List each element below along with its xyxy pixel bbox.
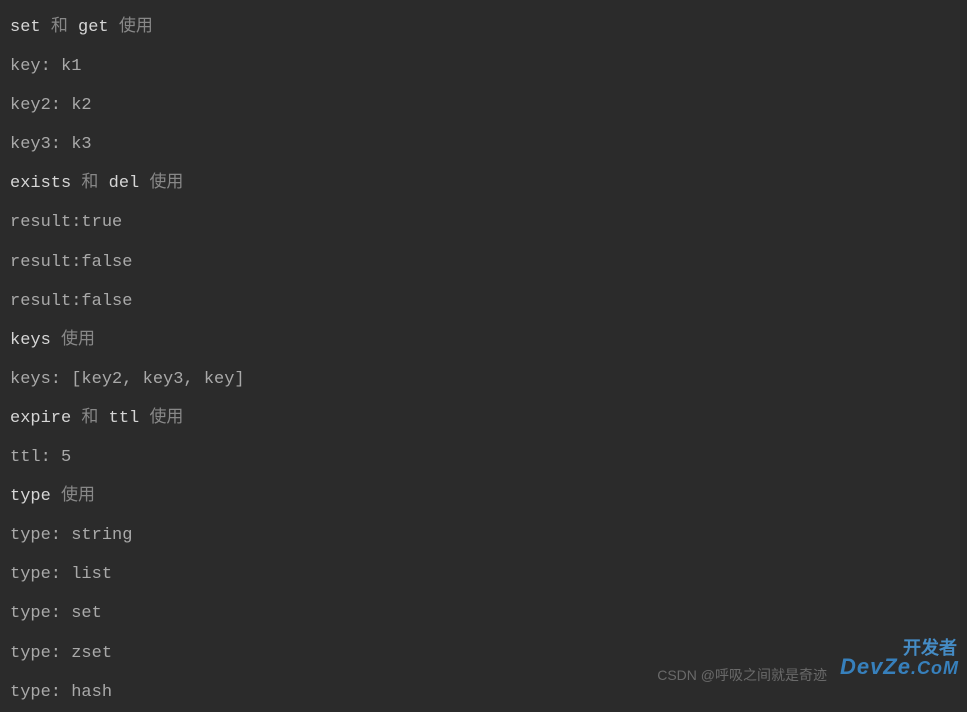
output-line: ttl: 5 bbox=[10, 438, 957, 477]
text-segment: result:false bbox=[10, 292, 132, 311]
text-segment: exists bbox=[10, 174, 71, 193]
text-segment: result:true bbox=[10, 213, 122, 232]
text-segment: 使用 bbox=[119, 18, 153, 37]
devze-watermark: DevZe.CoM bbox=[840, 642, 959, 693]
text-segment bbox=[139, 409, 149, 428]
terminal-output: set 和 get 使用 key: k1 key2: k2 key3: k3 exist… bbox=[10, 8, 957, 712]
output-line: keys 使用 bbox=[10, 321, 957, 360]
text-segment: type: list bbox=[10, 565, 112, 584]
text-segment bbox=[51, 487, 61, 506]
output-line: set 和 get 使用 bbox=[10, 8, 957, 47]
devze-main: DevZe bbox=[840, 654, 911, 679]
text-segment bbox=[68, 18, 78, 37]
text-segment bbox=[51, 331, 61, 350]
text-segment: type: set bbox=[10, 604, 102, 623]
text-segment bbox=[139, 174, 149, 193]
output-line: exists 和 del 使用 bbox=[10, 164, 957, 203]
output-line: type: list bbox=[10, 555, 957, 594]
text-segment: get bbox=[78, 18, 109, 37]
text-segment: key3: k3 bbox=[10, 135, 92, 154]
text-segment: 和 bbox=[51, 18, 68, 37]
output-line: type 使用 bbox=[10, 477, 957, 516]
output-line: result:true bbox=[10, 203, 957, 242]
text-segment: keys: [key2, key3, key] bbox=[10, 370, 245, 389]
text-segment: 使用 bbox=[149, 174, 183, 193]
text-segment bbox=[41, 18, 51, 37]
output-line: key3: k3 bbox=[10, 125, 957, 164]
devze-sub: .CoM bbox=[911, 658, 959, 678]
text-segment: 使用 bbox=[149, 409, 183, 428]
csdn-watermark: CSDN @呼吸之间就是奇迹 bbox=[657, 659, 827, 691]
text-segment: ttl: 5 bbox=[10, 448, 71, 467]
text-segment bbox=[109, 18, 119, 37]
output-line: result:false bbox=[10, 243, 957, 282]
text-segment bbox=[71, 409, 81, 428]
text-segment: type: string bbox=[10, 526, 132, 545]
text-segment: type bbox=[10, 487, 51, 506]
text-segment: 使用 bbox=[61, 331, 95, 350]
text-segment: key: k1 bbox=[10, 57, 81, 76]
text-segment: keys bbox=[10, 331, 51, 350]
text-segment: type: zset bbox=[10, 644, 112, 663]
output-line: type: string bbox=[10, 516, 957, 555]
output-line: result:false bbox=[10, 282, 957, 321]
output-line: key2: k2 bbox=[10, 86, 957, 125]
text-segment: set bbox=[10, 18, 41, 37]
text-segment: 和 bbox=[81, 174, 98, 193]
text-segment: result:false bbox=[10, 253, 132, 272]
output-line: keys: [key2, key3, key] bbox=[10, 360, 957, 399]
text-segment: 和 bbox=[81, 409, 98, 428]
text-segment bbox=[98, 174, 108, 193]
output-line: expire 和 ttl 使用 bbox=[10, 399, 957, 438]
text-segment: 使用 bbox=[61, 487, 95, 506]
text-segment: key2: k2 bbox=[10, 96, 92, 115]
text-segment: del bbox=[109, 174, 140, 193]
text-segment bbox=[98, 409, 108, 428]
text-segment bbox=[71, 174, 81, 193]
output-line: key: k1 bbox=[10, 47, 957, 86]
output-line: type: set bbox=[10, 594, 957, 633]
text-segment: ttl bbox=[109, 409, 140, 428]
text-segment: expire bbox=[10, 409, 71, 428]
